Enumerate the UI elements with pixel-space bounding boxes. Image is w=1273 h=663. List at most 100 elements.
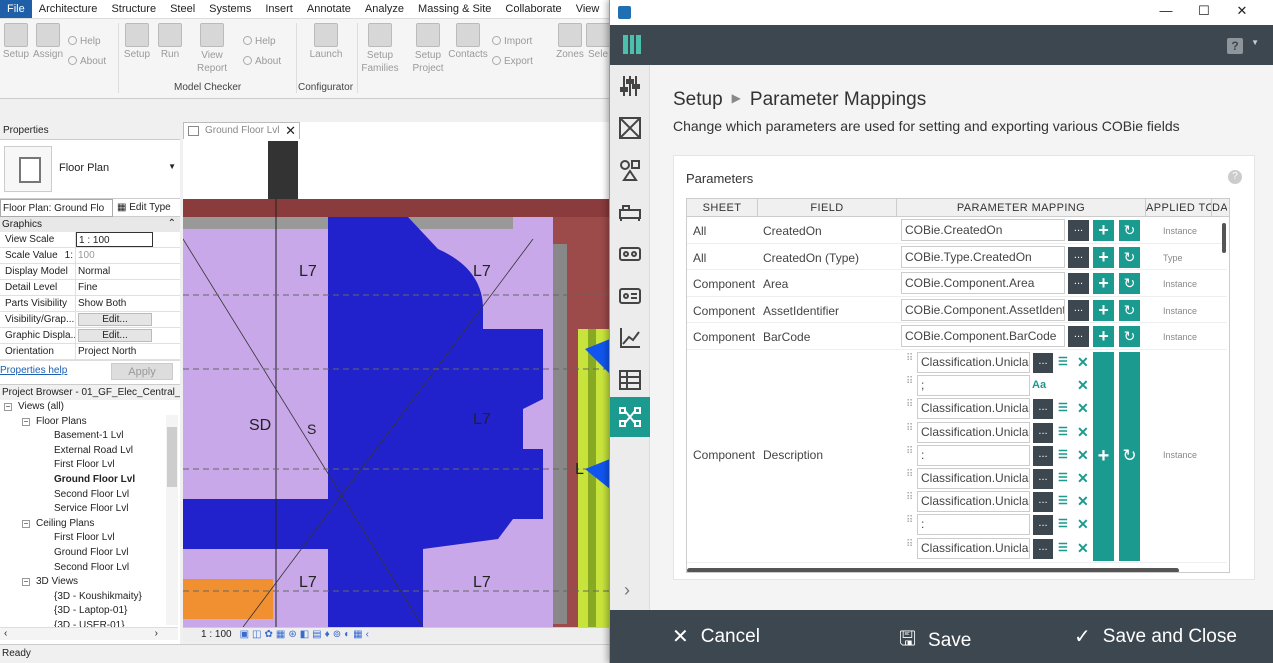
save-and-close-button[interactable]: ✓ Save and Close <box>1074 624 1237 649</box>
remove-icon[interactable]: ✕ <box>1077 354 1089 371</box>
menu-architecture[interactable]: Architecture <box>32 0 105 18</box>
chevron-right-icon[interactable]: › <box>624 580 630 601</box>
view-report-button[interactable]: View Report <box>196 23 228 75</box>
sliders-icon[interactable] <box>615 71 645 101</box>
instance-selector[interactable]: Floor Plan: Ground Flo <box>0 199 113 217</box>
assign-button[interactable]: Assign <box>33 23 63 60</box>
tree-item[interactable]: −3D Views <box>0 575 180 590</box>
concat-part-input[interactable]: Classification.Uniclass <box>917 421 1030 443</box>
tree-item[interactable]: {3D - Laptop-01} <box>0 604 180 619</box>
drag-handle-icon[interactable]: ⠿ <box>906 539 913 549</box>
refresh-button[interactable]: ↻ <box>1119 220 1140 241</box>
add-button[interactable]: + <box>1093 220 1114 241</box>
list-icon[interactable]: ☰ <box>1058 494 1068 507</box>
browse-button[interactable]: ... <box>1033 445 1053 466</box>
drag-handle-icon[interactable]: ⠿ <box>906 470 913 480</box>
help-icon[interactable]: ? <box>1227 38 1243 54</box>
mapping-input[interactable]: COBie.Component.BarCode <box>901 325 1065 348</box>
mapping-input[interactable]: COBie.Component.AssetIdentifier <box>901 298 1065 321</box>
col-field[interactable]: FIELD <box>758 199 897 216</box>
concat-part-input[interactable]: Classification.Uniclass <box>917 352 1030 373</box>
expand-toggle-icon[interactable]: − <box>4 403 12 411</box>
remove-icon[interactable]: ✕ <box>1077 493 1089 510</box>
expand-toggle-icon[interactable]: − <box>22 519 30 528</box>
col-applied-to[interactable]: APPLIED TO <box>1146 199 1212 216</box>
tree-item[interactable]: Service Floor Lvl <box>0 502 180 517</box>
close-icon[interactable]: ✕ <box>285 123 296 139</box>
concat-part-input[interactable]: Classification.Uniclass <box>917 537 1030 559</box>
tree-item[interactable]: First Floor Lvl <box>0 531 180 546</box>
list-icon[interactable]: ☰ <box>1058 448 1068 461</box>
list-icon[interactable]: ☰ <box>1058 541 1068 554</box>
type-selector[interactable]: Floor Plan ▼ <box>0 139 180 199</box>
mapping-input[interactable]: COBie.CreatedOn <box>901 219 1065 241</box>
menu-analyze[interactable]: Analyze <box>358 0 411 18</box>
col-parameter-mapping[interactable]: PARAMETER MAPPING <box>897 199 1146 216</box>
about-button[interactable]: About <box>68 56 106 67</box>
browse-button[interactable]: ... <box>1033 353 1053 373</box>
menu-view[interactable]: View <box>569 0 607 18</box>
view-tab-ground-floor[interactable]: Ground Floor Lvl ✕ <box>183 122 300 139</box>
refresh-button[interactable]: ↻ <box>1119 246 1140 268</box>
drag-handle-icon[interactable]: ⠿ <box>906 377 913 387</box>
mapping-icon[interactable] <box>610 397 650 437</box>
floor-plan-icon[interactable] <box>615 113 645 143</box>
concat-part-input[interactable]: Classification.Uniclass <box>917 468 1030 489</box>
mapping-input[interactable]: COBie.Component.Area <box>901 272 1065 295</box>
browse-button[interactable]: ... <box>1033 492 1053 513</box>
about-button-2[interactable]: About <box>243 56 281 67</box>
concat-part-input[interactable]: : <box>917 514 1030 536</box>
setup-project-button[interactable]: Setup Project <box>410 23 446 75</box>
add-part-button[interactable]: + <box>1093 352 1114 561</box>
remove-icon[interactable]: ✕ <box>1077 470 1089 487</box>
graphics-group[interactable]: Graphics ⌃ <box>0 217 180 232</box>
text-case-icon[interactable]: Aa <box>1032 379 1046 391</box>
browse-button[interactable]: ... <box>1068 246 1089 268</box>
tree-item[interactable]: Second Floor Lvl <box>0 561 180 576</box>
browse-button[interactable]: ... <box>1033 469 1053 489</box>
help-icon[interactable]: ? <box>1228 170 1242 184</box>
menu-massing-site[interactable]: Massing & Site <box>411 0 498 18</box>
table-icon[interactable] <box>615 365 645 395</box>
refresh-button[interactable]: ↻ <box>1119 273 1140 295</box>
drag-handle-icon[interactable]: ⠿ <box>906 400 913 410</box>
concat-part-input[interactable]: : <box>917 444 1030 466</box>
zones-button[interactable]: Zones <box>555 23 585 60</box>
add-button[interactable]: + <box>1093 299 1114 321</box>
remove-icon[interactable]: ✕ <box>1077 400 1089 417</box>
apply-button[interactable]: Apply <box>111 363 173 380</box>
expand-toggle-icon[interactable]: − <box>22 417 30 426</box>
tree-item[interactable]: − Floor Plans <box>0 415 180 430</box>
label-icon[interactable] <box>615 239 645 269</box>
menu-structure[interactable]: Structure <box>104 0 163 18</box>
view-scale-field[interactable]: 1 : 100 <box>76 232 153 247</box>
add-button[interactable]: + <box>1093 246 1114 268</box>
add-button[interactable]: + <box>1093 273 1114 295</box>
browse-button[interactable]: ... <box>1033 538 1053 559</box>
help-button[interactable]: Help <box>68 36 101 47</box>
shapes-icon[interactable] <box>615 155 645 185</box>
drag-handle-icon[interactable]: ⠿ <box>906 446 913 456</box>
list-icon[interactable]: ☰ <box>1058 517 1068 530</box>
close-window-button[interactable]: ✕ <box>1227 3 1257 21</box>
browser-scrollbar[interactable] <box>166 415 178 625</box>
add-button[interactable]: + <box>1093 326 1114 348</box>
setup-button[interactable]: Setup <box>2 23 30 60</box>
concat-part-input[interactable]: Classification.Uniclass <box>917 398 1030 420</box>
menu-steel[interactable]: Steel <box>163 0 202 18</box>
menu-file[interactable]: File <box>0 0 32 18</box>
list-icon[interactable]: ☰ <box>1058 471 1068 484</box>
browse-button[interactable]: ... <box>1033 515 1053 536</box>
drag-handle-icon[interactable]: ⠿ <box>906 354 913 364</box>
remove-icon[interactable]: ✕ <box>1077 424 1089 441</box>
remove-icon[interactable]: ✕ <box>1077 516 1089 533</box>
list-icon[interactable]: ☰ <box>1058 425 1068 438</box>
edit-button[interactable]: Edit... <box>78 313 152 326</box>
menu-collaborate[interactable]: Collaborate <box>498 0 568 18</box>
minimize-button[interactable]: — <box>1151 3 1181 21</box>
drag-handle-icon[interactable]: ⠿ <box>906 516 913 526</box>
edit-type-button[interactable]: ▦ Edit Type <box>117 202 171 213</box>
edit-button[interactable]: Edit... <box>78 329 152 342</box>
drag-handle-icon[interactable]: ⠿ <box>906 423 913 433</box>
tree-item[interactable]: Ground Floor Lvl <box>0 473 180 488</box>
